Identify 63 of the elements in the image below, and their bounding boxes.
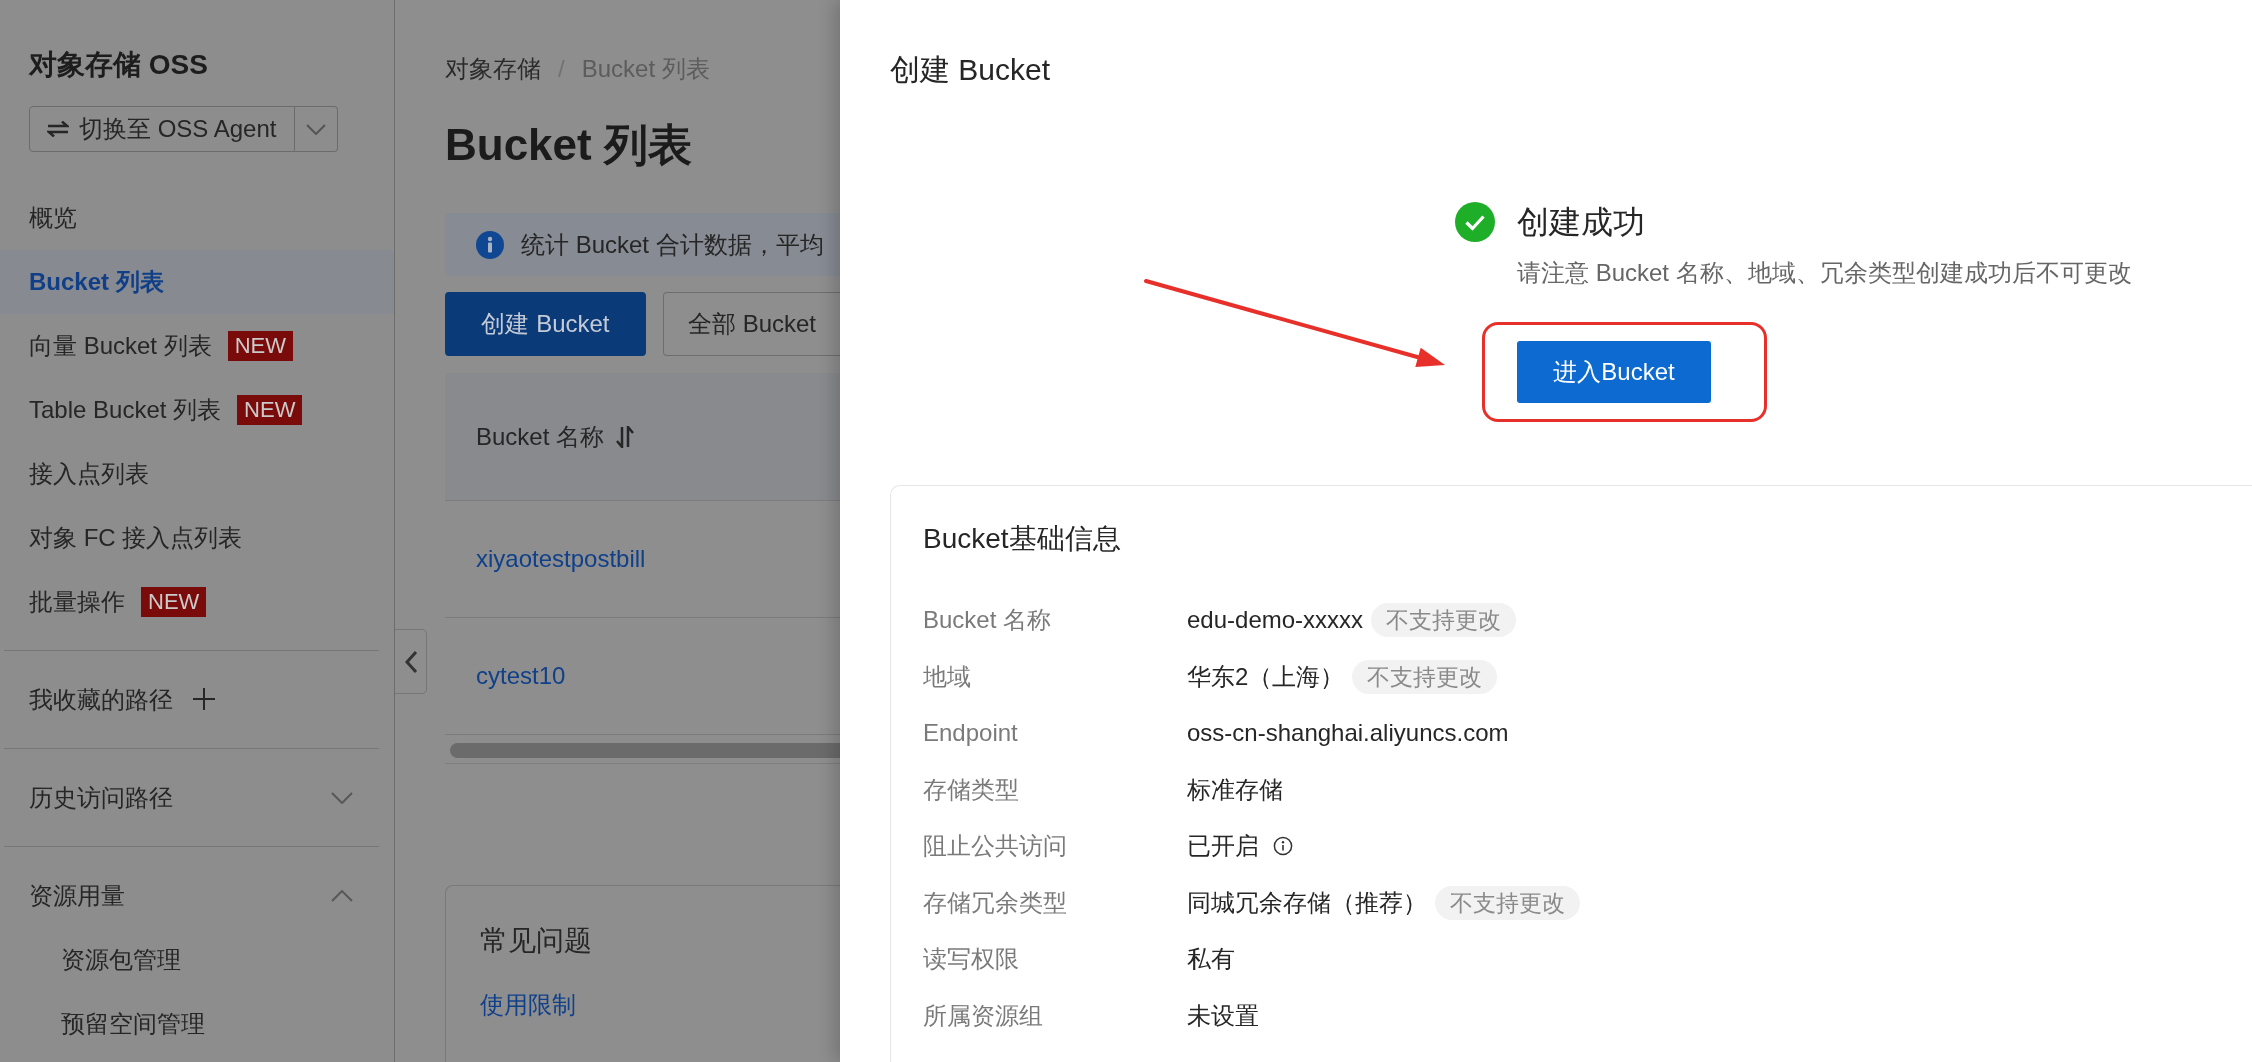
field-value: edu-demo-xxxxx: [1187, 606, 1364, 635]
readonly-tag: 不支持更改: [1371, 603, 1517, 638]
result-message: 请注意 Bucket 名称、地域、冗余类型创建成功后不可更改: [1517, 258, 2132, 288]
faq-link[interactable]: 使用限制: [480, 989, 576, 1021]
section-title: 我收藏的路径: [29, 685, 173, 715]
chevron-down-icon[interactable]: [331, 792, 353, 804]
field-value: 华东2（上海）: [1187, 661, 1345, 692]
nav-item[interactable]: Table Bucket 列表 NEW: [0, 378, 394, 442]
new-badge: NEW: [141, 587, 207, 617]
nav-item[interactable]: 预留空间管理: [0, 992, 394, 1056]
bucket-name-link[interactable]: xiyaotestpostbill: [476, 545, 646, 573]
field-value: oss-cn-shanghai.aliyuncs.com: [1187, 719, 1509, 748]
sidebar-title: 对象存储 OSS: [29, 48, 208, 82]
drawer-title: 创建 Bucket: [890, 52, 1051, 88]
nav-item[interactable]: 概览: [0, 186, 394, 250]
readonly-tag: 不支持更改: [1352, 659, 1498, 694]
breadcrumb-link[interactable]: 对象存储: [445, 53, 541, 85]
info-icon: [476, 230, 504, 259]
field-label: 地域: [923, 661, 971, 692]
field-label: 读写权限: [923, 944, 1019, 975]
field-label: 存储冗余类型: [923, 887, 1067, 918]
info-icon[interactable]: [1273, 836, 1293, 857]
faq-title: 常见问题: [480, 924, 592, 958]
sort-icon[interactable]: [615, 425, 636, 448]
field-value: 私有: [1187, 944, 1235, 975]
new-badge: NEW: [237, 395, 303, 425]
nav-item[interactable]: 接入点列表: [0, 442, 394, 506]
field-label: 所属资源组: [923, 1000, 1043, 1031]
nav-item[interactable]: 向量 Bucket 列表 NEW: [0, 314, 394, 378]
section-title: 资源用量: [29, 881, 125, 911]
readonly-tag: 不支持更改: [1435, 885, 1580, 920]
field-value: 已开启: [1187, 831, 1259, 862]
result-button[interactable]: 进入Bucket: [1517, 341, 1711, 403]
field-label: Bucket 名称: [923, 605, 1052, 636]
section-title: 历史访问路径: [29, 783, 173, 813]
nav-item[interactable]: 批量操作 NEW: [0, 570, 394, 634]
swap-icon: [47, 121, 69, 137]
nav-item[interactable]: Bucket 列表: [0, 250, 394, 314]
notice-text: 统计 Bucket 合计数据，平均: [521, 229, 824, 260]
nav-item[interactable]: 对象 FC 接入点列表: [0, 506, 394, 570]
breadcrumb-separator: /: [558, 54, 565, 84]
column-header[interactable]: Bucket 名称: [476, 420, 605, 453]
field-label: Endpoint: [923, 719, 1018, 748]
primary-button[interactable]: 创建 Bucket: [445, 292, 646, 356]
nav-item[interactable]: 资源包管理: [0, 928, 394, 992]
chevron-left-icon: [403, 649, 418, 674]
scrollbar-thumb[interactable]: [450, 743, 840, 758]
chevron-up-icon[interactable]: [331, 890, 353, 902]
chevron-down-icon: [306, 123, 326, 135]
info-card-title: Bucket基础信息: [923, 522, 1121, 556]
bucket-name-link[interactable]: cytest10: [476, 662, 566, 690]
field-value: 标准存储: [1187, 774, 1283, 805]
field-label: 存储类型: [923, 774, 1019, 805]
switch-button[interactable]: 切换至 OSS Agent: [29, 106, 295, 152]
field-value: 同城冗余存储（推荐）: [1187, 887, 1427, 918]
field-label: 阻止公共访问: [923, 831, 1067, 862]
collapse-button[interactable]: [395, 629, 427, 694]
field-value: 未设置: [1187, 1000, 1259, 1031]
plus-icon[interactable]: [193, 688, 215, 710]
new-badge: NEW: [227, 331, 294, 361]
success-check-icon: [1455, 202, 1495, 242]
page-title: Bucket 列表: [445, 119, 692, 171]
result-title: 创建成功: [1517, 203, 1645, 242]
